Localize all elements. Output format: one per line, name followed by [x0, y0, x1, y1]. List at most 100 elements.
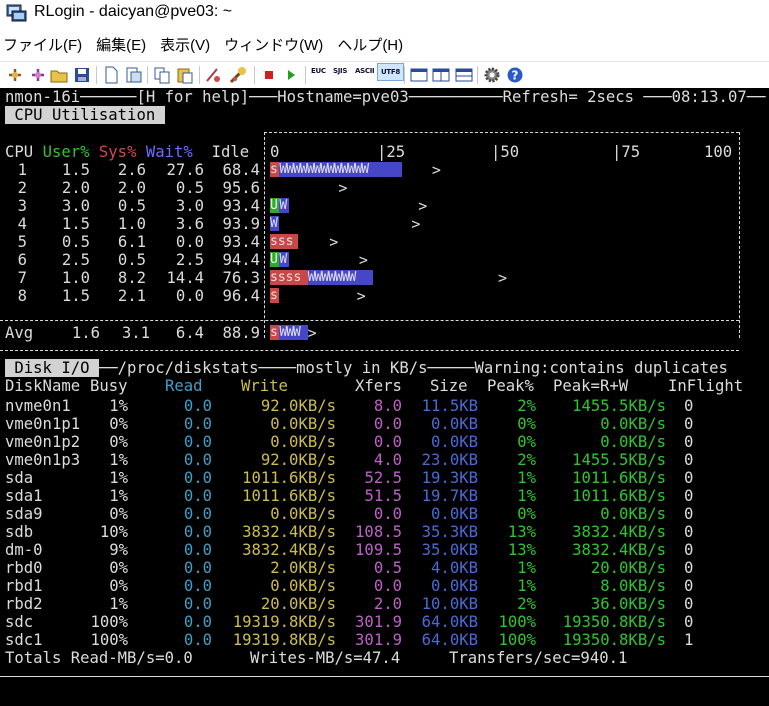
disk-cell-busy: 0%: [109, 577, 128, 595]
disk-cell-inflight: 0: [684, 541, 694, 559]
disk-cell-peakrw: 19350.8KB/s: [562, 631, 666, 649]
cpu-bar-segment: U: [270, 198, 280, 213]
disk-cell-read: 0.0: [183, 523, 212, 541]
disk-cell-inflight: 0: [684, 415, 694, 433]
disk-cell-inflight: 0: [684, 559, 694, 577]
disk-cell-xfers: 8.0: [373, 397, 402, 415]
avg-label: Avg: [5, 324, 34, 342]
menu-window[interactable]: ウィンドウ(W): [224, 34, 323, 58]
split-vertical-icon[interactable]: [432, 66, 450, 84]
disk-cell-inflight: 0: [684, 487, 694, 505]
disk-cell-size: 0.0KB: [431, 433, 478, 451]
window-layout-icon[interactable]: [410, 66, 428, 84]
terminal-screen[interactable]: nmon-16i──────[H for help]───Hostname=pv…: [0, 88, 769, 706]
cpu-cell-idle: 93.4: [222, 233, 260, 251]
disk-cell-xfers: 51.5: [364, 487, 402, 505]
menu-help[interactable]: ヘルプ(H): [337, 34, 403, 58]
reconnect-icon[interactable]: [29, 66, 47, 84]
disk-cell-read: 0.0: [183, 433, 212, 451]
cpu-cell-wait: 0.0: [175, 287, 204, 305]
new-connect-icon[interactable]: [6, 66, 24, 84]
cpu-frame-right: [739, 132, 740, 338]
cpu-cell-idle: 76.3: [222, 269, 260, 287]
bottom-rule: [0, 676, 769, 677]
disk-cell-write: 1011.6KB/s: [242, 469, 336, 487]
stop-icon[interactable]: [260, 66, 278, 84]
avg-idle: 88.9: [222, 324, 260, 342]
encoding-utf8-button[interactable]: UTF8: [377, 63, 404, 81]
disk-cell-inflight: 0: [684, 505, 694, 523]
cpu-cell-wait: 3.6: [175, 215, 204, 233]
print-icon[interactable]: [124, 66, 142, 84]
disk-cell-busy: 1%: [109, 397, 128, 415]
avg-bar-segment: s: [270, 325, 280, 340]
toolbar-separator: [404, 66, 405, 84]
disk-cell-size: 0.0KB: [431, 577, 478, 595]
disk-cell-write: 0.0KB/s: [270, 577, 336, 595]
disk-cell-inflight: 0: [684, 469, 694, 487]
disk-cell-peakrw: 1011.6KB/s: [572, 487, 666, 505]
cpu-peak-marker: >: [356, 287, 366, 305]
cpu-cell-cpu: 7: [17, 269, 27, 287]
help-icon[interactable]: ?: [506, 66, 524, 84]
cpu-cell-user: 2.0: [61, 179, 90, 197]
avg-wait: 6.4: [175, 324, 204, 342]
split-horizontal-icon[interactable]: [455, 66, 473, 84]
disk-cell-name: vme0n1p3: [5, 451, 81, 469]
cpu-bar-segment: U: [270, 252, 280, 267]
cpu-cell-cpu: 1: [17, 161, 27, 179]
script-icon[interactable]: [204, 66, 222, 84]
disk-rule: ──: [98, 359, 118, 377]
cpu-peak-marker: >: [358, 251, 368, 269]
disk-rule: ─────: [427, 359, 475, 377]
disk-cell-size: 64.0KB: [421, 631, 478, 649]
copy-icon[interactable]: [153, 66, 171, 84]
disk-cell-name: rbd1: [5, 577, 43, 595]
cpu-cell-wait: 3.0: [175, 197, 204, 215]
cpu-bar-segment: WWWWWWW: [307, 270, 374, 285]
disk-cell-read: 0.0: [183, 505, 212, 523]
disk-col-header: Peak=R+W: [553, 377, 629, 395]
disk-cell-size: 19.3KB: [421, 469, 478, 487]
encoding-sjis-button[interactable]: SJIS: [333, 67, 347, 75]
cpu-cell-cpu: 4: [17, 215, 27, 233]
menu-file[interactable]: ファイル(F): [3, 34, 82, 58]
disk-cell-xfers: 52.5: [364, 469, 402, 487]
disk-cell-peakpct: 2%: [517, 451, 536, 469]
rlogin-app-icon[interactable]: [6, 4, 28, 22]
play-icon[interactable]: [282, 66, 300, 84]
tools-icon[interactable]: [229, 66, 247, 84]
disk-cell-inflight: 0: [684, 613, 694, 631]
encoding-euc-button[interactable]: EUC: [311, 67, 326, 75]
disk-cell-inflight: 1: [684, 631, 694, 649]
disk-cell-size: 35.0KB: [421, 541, 478, 559]
disk-cell-write: 0.0KB/s: [270, 415, 336, 433]
settings-gear-icon[interactable]: [483, 66, 501, 84]
disk-cell-name: vme0n1p2: [5, 433, 81, 451]
cpu-cell-wait: 27.6: [166, 161, 204, 179]
open-folder-icon[interactable]: [50, 66, 68, 84]
disk-col-header: Peak%: [487, 377, 534, 395]
encoding-ascii-button[interactable]: ASCII: [355, 67, 375, 75]
disk-cell-xfers: 109.5: [355, 541, 402, 559]
nmon-header: nmon-16i──────[H for help]───Hostname=pv…: [5, 88, 766, 106]
disk-cell-write: 0.0KB/s: [270, 505, 336, 523]
totals-transfers: Transfers/sec=940.1: [449, 649, 628, 667]
cpu-peak-marker: >: [411, 215, 421, 233]
cpu-cell-user: 2.5: [61, 251, 90, 269]
avg-bar-segment: WWW: [279, 325, 308, 340]
disk-col-header: Busy: [90, 377, 128, 395]
disk-cell-name: sdc1: [5, 631, 43, 649]
save-icon[interactable]: [73, 66, 91, 84]
menu-edit[interactable]: 編集(E): [96, 34, 146, 58]
new-page-icon[interactable]: [102, 66, 120, 84]
disk-cell-peakrw: 0.0KB/s: [600, 505, 666, 523]
disk-cell-write: 1011.6KB/s: [242, 487, 336, 505]
disk-cell-busy: 100%: [90, 613, 128, 631]
paste-icon[interactable]: [176, 66, 194, 84]
cpu-bar-segment: sss: [270, 234, 299, 249]
disk-cell-peakrw: 1011.6KB/s: [572, 469, 666, 487]
menu-view[interactable]: 表示(V): [160, 34, 210, 58]
cpu-cell-idle: 93.4: [222, 197, 260, 215]
cpu-peak-marker: >: [418, 197, 428, 215]
